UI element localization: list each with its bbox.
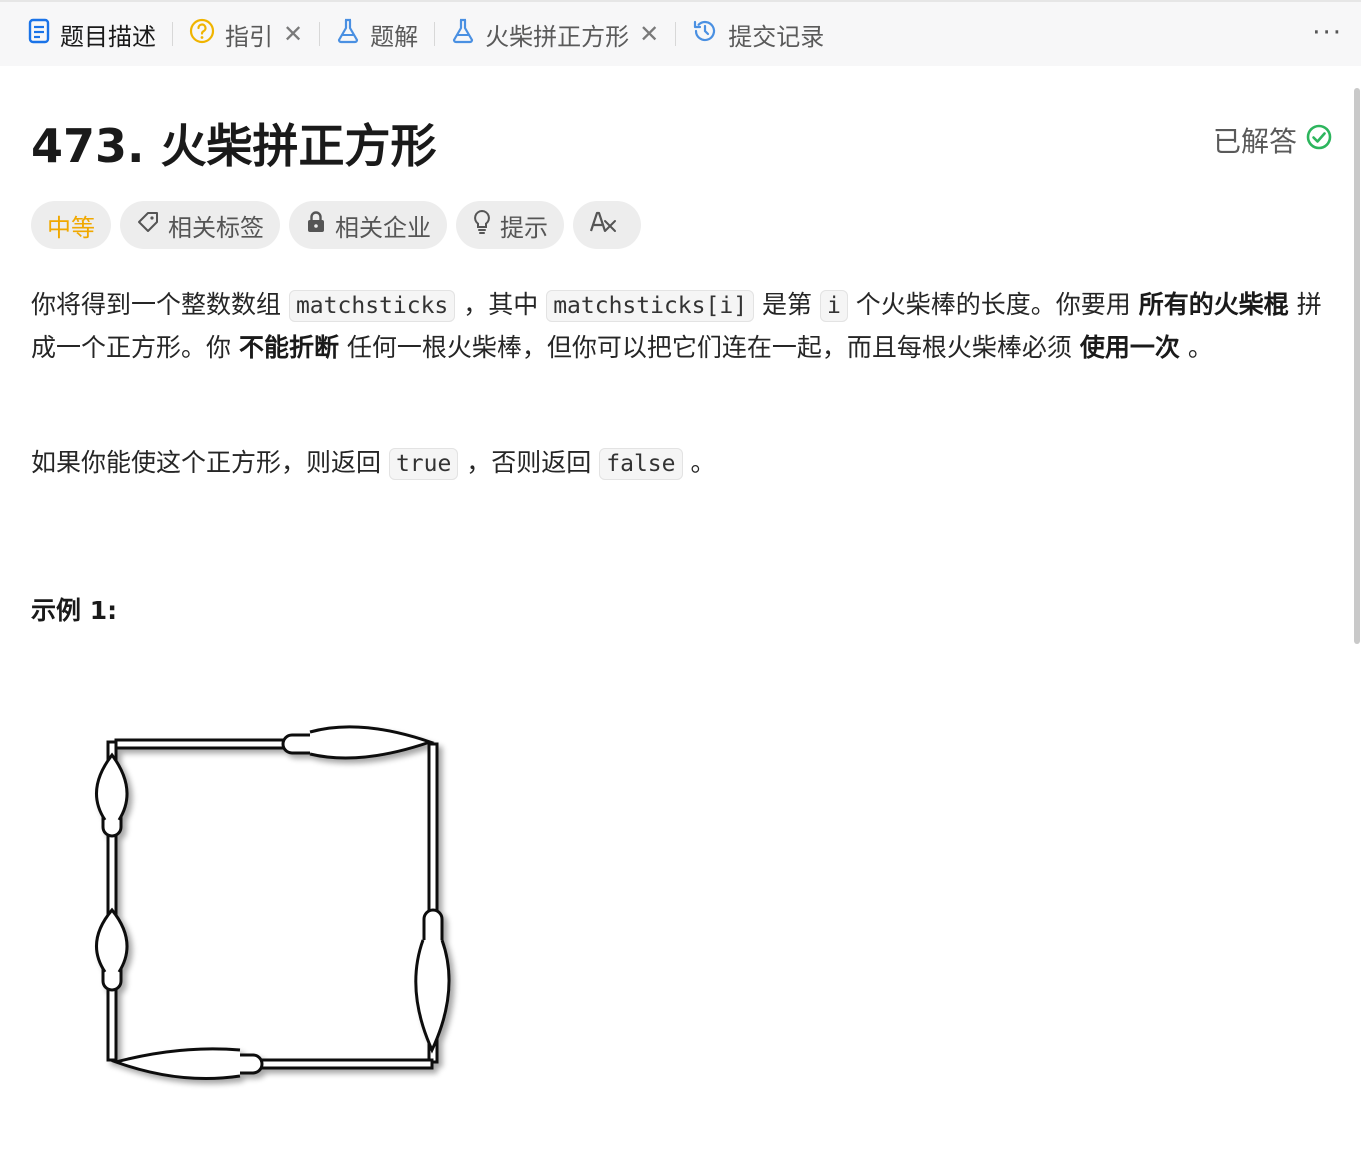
example-heading: 示例 1: <box>31 596 118 625</box>
example-image <box>80 710 480 1104</box>
description-paragraph: 你将得到一个整数数组 matchsticks ，其中 matchsticks[i… <box>31 284 1331 369</box>
text: 你将得到一个整数数组 <box>31 290 289 319</box>
tab-label: 火柴拼正方形 <box>485 22 630 51</box>
tag-icon <box>136 210 168 240</box>
difficulty-badge: 中等 <box>31 201 111 249</box>
close-icon[interactable]: ✕ <box>639 22 659 46</box>
tab-solution-article[interactable]: 火柴拼正方形 ✕ <box>445 14 665 54</box>
text: 是第 <box>754 290 820 319</box>
solved-status: 已解答 <box>1213 120 1333 160</box>
tab-bar: 题目描述 指引 ✕ 题解 火柴拼正方形 ✕ 提交记录 ··· <box>0 0 1361 66</box>
inline-code: i <box>819 290 848 322</box>
translate-button[interactable] <box>573 201 641 249</box>
lightbulb-icon <box>472 209 500 241</box>
page-title: 473. 火柴拼正方形 <box>31 119 437 173</box>
close-icon[interactable]: ✕ <box>283 22 303 46</box>
tab-label: 题目描述 <box>60 22 156 51</box>
tab-label: 提交记录 <box>728 22 825 51</box>
tab-solutions[interactable]: 题解 <box>330 14 424 54</box>
tab-label: 题解 <box>370 22 419 51</box>
pill-label: 提示 <box>500 213 548 242</box>
tab-submissions[interactable]: 提交记录 <box>686 14 830 54</box>
pill-label: 相关企业 <box>335 213 431 242</box>
inline-code: true <box>388 448 459 480</box>
flask-icon <box>336 18 360 50</box>
tab-description[interactable]: 题目描述 <box>22 14 162 54</box>
text: 。 <box>1179 333 1213 362</box>
text: ，否则返回 <box>458 448 600 477</box>
text: 如果你能使这个正方形，则返回 <box>31 448 389 477</box>
scrollbar-thumb[interactable] <box>1354 88 1360 644</box>
tab-divider <box>319 22 321 46</box>
tab-divider <box>434 22 436 46</box>
bold-text: 所有的火柴棍 <box>1138 290 1289 319</box>
tag-row: 中等 相关标签 相关企业 提示 <box>31 201 650 249</box>
bold-text: 使用一次 <box>1079 333 1180 362</box>
related-tags-button[interactable]: 相关标签 <box>120 201 280 249</box>
history-icon <box>692 18 718 50</box>
tab-label: 指引 <box>225 22 273 51</box>
tab-divider <box>675 22 677 46</box>
inline-code: false <box>599 448 683 480</box>
lock-icon <box>305 210 335 240</box>
bold-text: 不能折断 <box>238 333 339 362</box>
document-icon <box>28 18 50 50</box>
related-companies-button[interactable]: 相关企业 <box>289 201 447 249</box>
status-label: 已解答 <box>1212 125 1297 158</box>
flask-icon <box>451 18 475 50</box>
tab-divider <box>172 22 173 46</box>
description-paragraph: 如果你能使这个正方形，则返回 true ，否则返回 false 。 <box>31 442 1331 485</box>
text: 。 <box>682 448 716 477</box>
inline-code: matchsticks <box>288 290 456 322</box>
text: 个火柴棒的长度。你要用 <box>847 290 1139 319</box>
text: ，其中 <box>455 290 547 319</box>
inline-code: matchsticks[i] <box>546 290 755 322</box>
translate-icon <box>589 209 625 241</box>
tab-guide[interactable]: 指引 ✕ <box>183 14 309 54</box>
hint-button[interactable]: 提示 <box>456 201 564 249</box>
pill-label: 相关标签 <box>168 213 264 242</box>
more-options-icon[interactable]: ··· <box>1312 18 1343 48</box>
text: 任何一根火柴棒，但你可以把它们连在一起，而且每根火柴棒必须 <box>338 333 1080 362</box>
check-circle-icon <box>1297 123 1333 158</box>
help-circle-icon <box>189 18 215 50</box>
